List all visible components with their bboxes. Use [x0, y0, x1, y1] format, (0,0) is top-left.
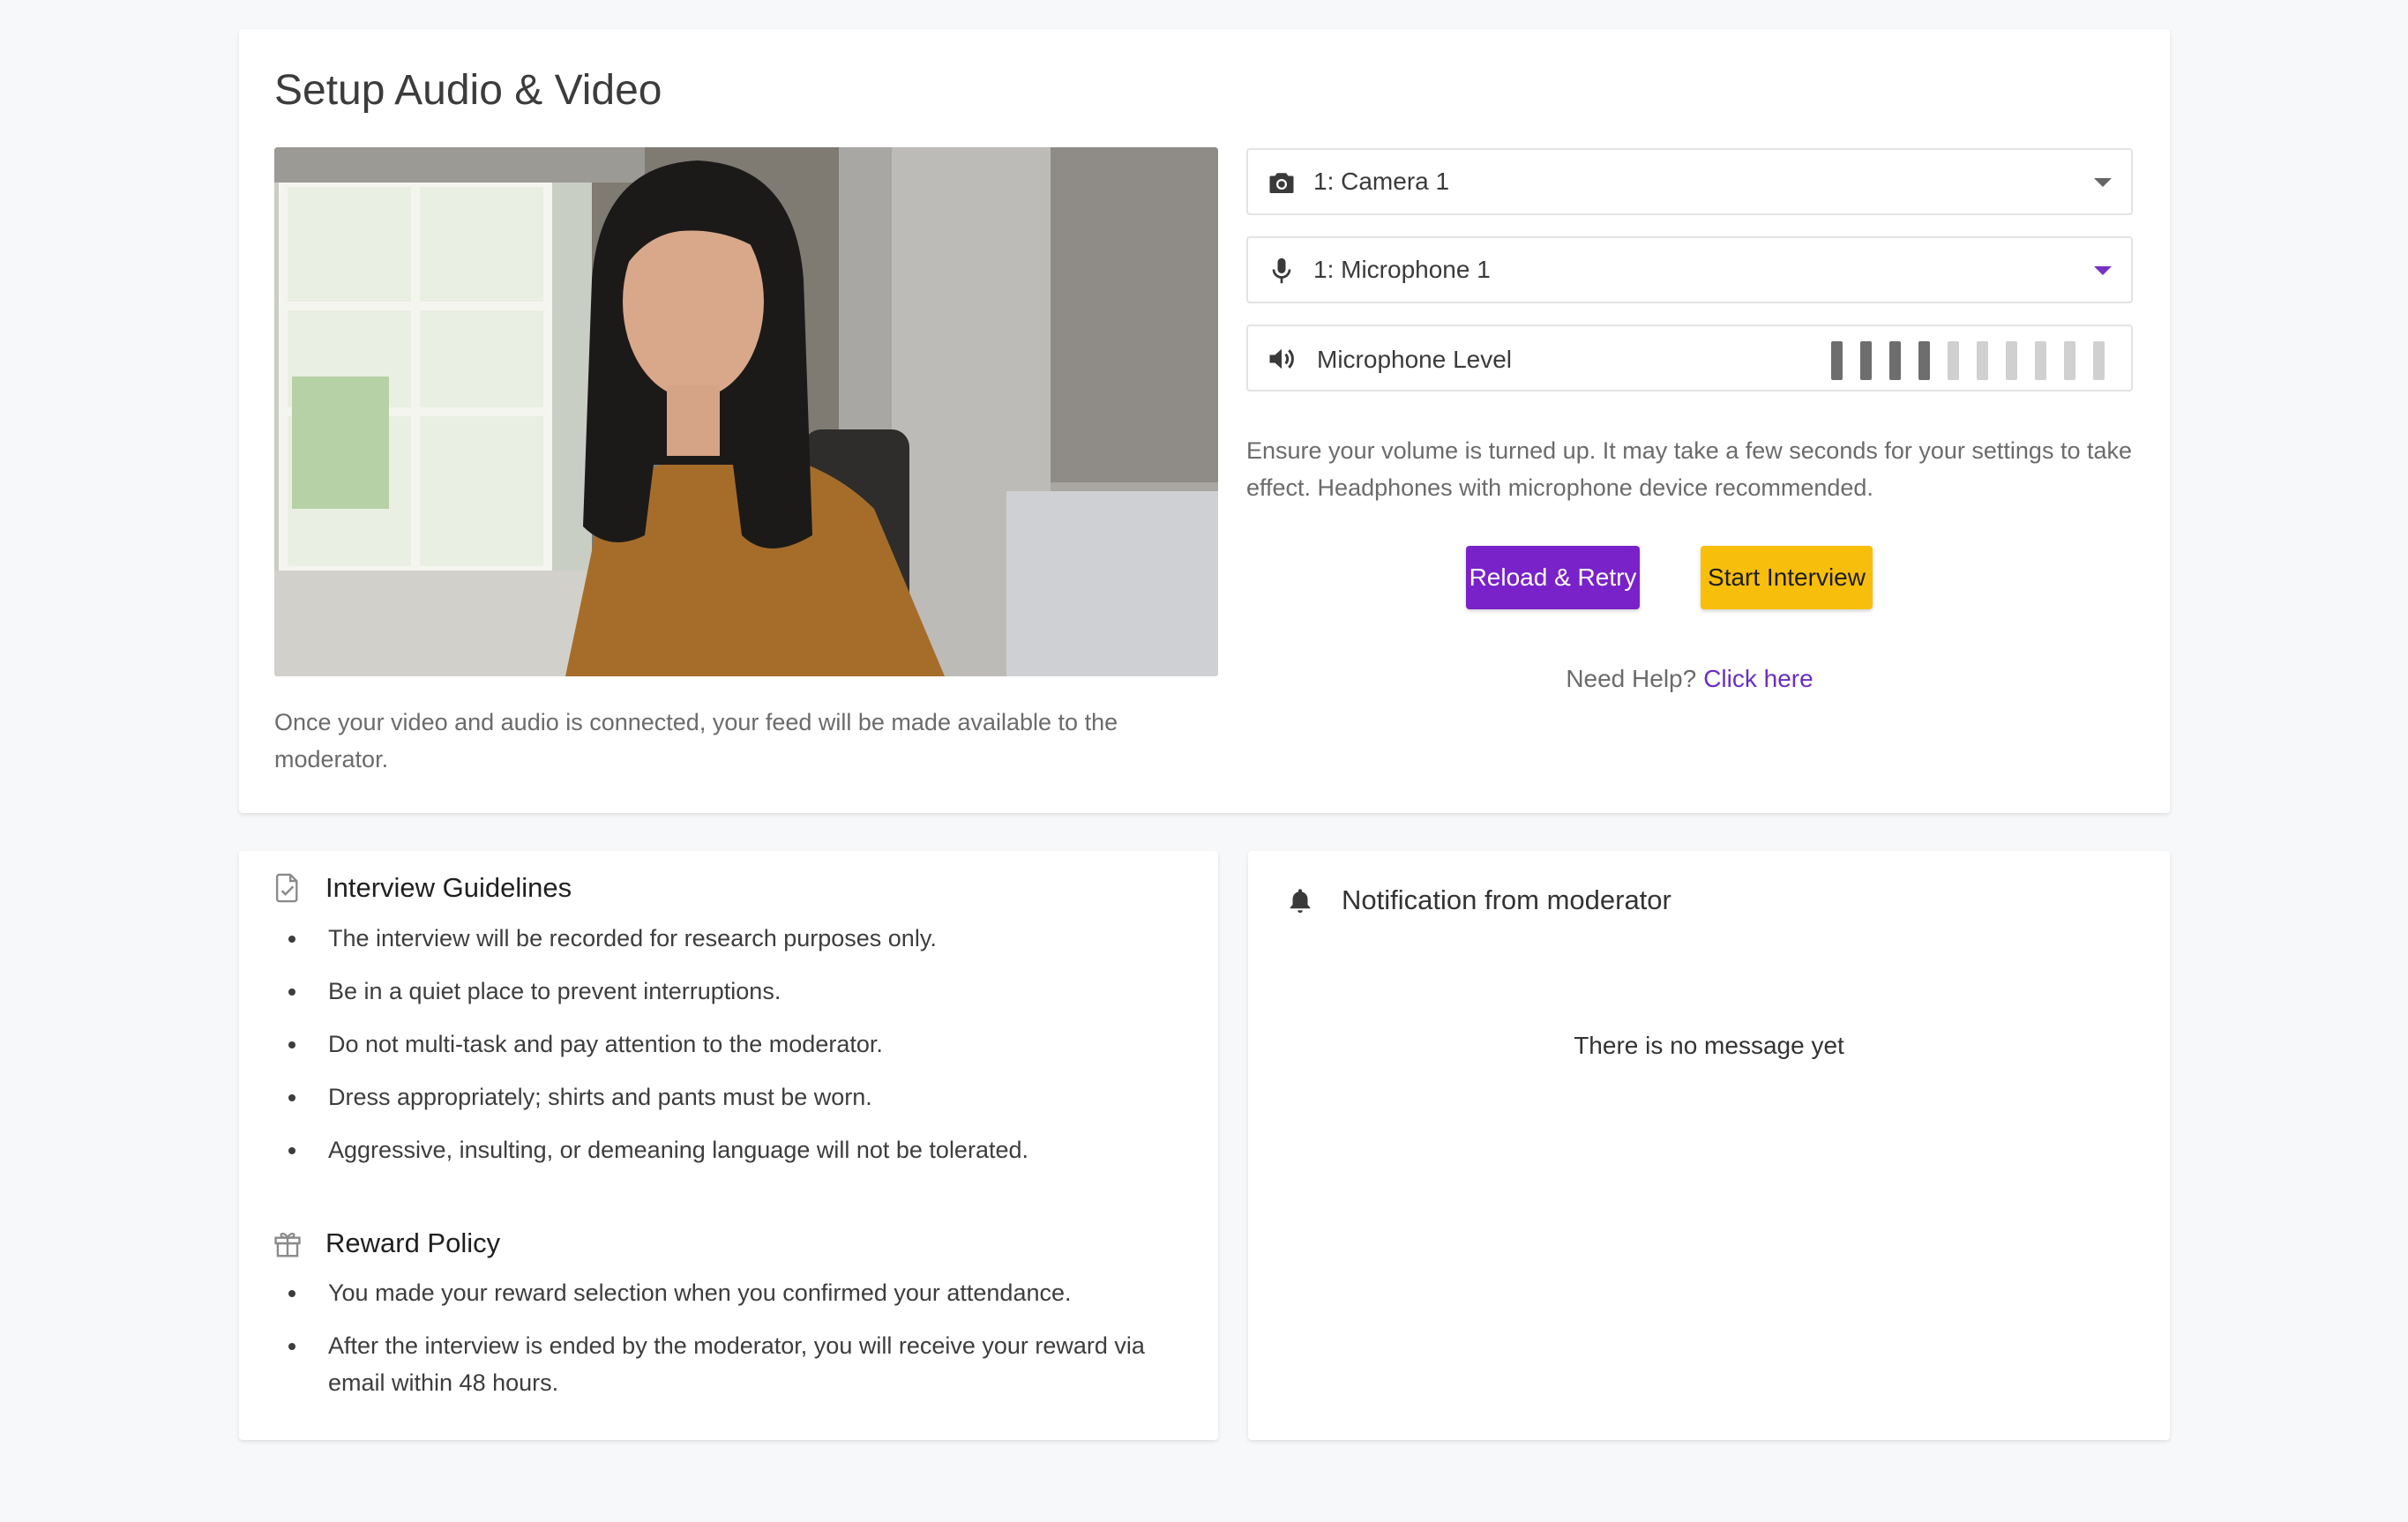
document-check-icon	[275, 873, 298, 903]
video-caption: Once your video and audio is connected, …	[274, 709, 1118, 772]
camera-select-value: 1: Camera 1	[1313, 168, 1450, 195]
notification-card: Notification from moderator There is no …	[1248, 851, 2170, 1440]
start-interview-button[interactable]: Start Interview	[1701, 546, 1873, 609]
level-bar-inactive	[2006, 341, 2017, 380]
camera-select[interactable]: 1: Camera 1	[1246, 148, 2133, 215]
level-bar-active	[1860, 341, 1872, 380]
list-item: Be in a quiet place to prevent interrupt…	[271, 973, 1206, 1010]
level-bar-inactive	[2064, 341, 2075, 380]
video-feed-image	[274, 147, 1218, 676]
microphone-select[interactable]: 1: Microphone 1	[1246, 236, 2133, 303]
level-meter	[1831, 341, 2105, 380]
volume-help-text: Ensure your volume is turned up. It may …	[1246, 437, 2132, 501]
level-bar-inactive	[2093, 341, 2105, 380]
camera-icon	[1269, 173, 1294, 193]
level-bar-inactive	[1977, 341, 1988, 380]
microphone-select-value: 1: Microphone 1	[1313, 256, 1491, 283]
click-here-link[interactable]: Click here	[1703, 665, 1813, 692]
reward-header: Reward Policy	[271, 1226, 500, 1261]
guidelines-card: Interview Guidelines The interview will …	[239, 851, 1218, 1440]
level-bar-active	[1918, 341, 1930, 380]
video-preview	[274, 147, 1218, 676]
page-title: Setup Audio & Video	[274, 67, 662, 114]
list-item: The interview will be recorded for resea…	[271, 920, 1206, 957]
empty-message: There is no message yet	[1574, 1032, 1844, 1059]
level-bar-active	[1889, 341, 1901, 380]
notification-header: Notification from moderator	[1285, 884, 1671, 916]
reward-list: You made your reward selection when you …	[271, 1274, 1206, 1417]
setup-card: Setup Audio & Video Once your video and …	[239, 29, 2170, 813]
guidelines-list: The interview will be recorded for resea…	[271, 920, 1206, 1184]
need-help: Need Help? Click here	[1246, 665, 2133, 693]
list-item: Dress appropriately; shirts and pants mu…	[271, 1078, 1206, 1115]
microphone-level-label: Microphone Level	[1317, 346, 1513, 373]
level-bar-inactive	[1948, 341, 1959, 380]
speaker-icon	[1269, 348, 1294, 369]
chevron-down-icon	[2094, 266, 2112, 275]
gift-icon	[274, 1232, 301, 1257]
guidelines-header: Interview Guidelines	[271, 870, 572, 906]
bell-icon	[1290, 889, 1311, 914]
chevron-down-icon	[2094, 178, 2112, 187]
list-item: Aggressive, insulting, or demeaning lang…	[271, 1131, 1206, 1168]
need-help-text: Need Help?	[1566, 665, 1697, 692]
list-item: After the interview is ended by the mode…	[271, 1327, 1206, 1401]
microphone-icon	[1272, 257, 1291, 284]
reward-title: Reward Policy	[325, 1227, 501, 1258]
list-item: Do not multi-task and pay attention to t…	[271, 1026, 1206, 1063]
guidelines-title: Interview Guidelines	[325, 872, 572, 903]
list-item: You made your reward selection when you …	[271, 1274, 1206, 1311]
level-bar-inactive	[2035, 341, 2046, 380]
level-bar-active	[1831, 341, 1843, 380]
reload-retry-button[interactable]: Reload & Retry	[1466, 546, 1640, 609]
microphone-level: Microphone Level	[1246, 325, 2133, 392]
notification-title: Notification from moderator	[1342, 884, 1671, 915]
